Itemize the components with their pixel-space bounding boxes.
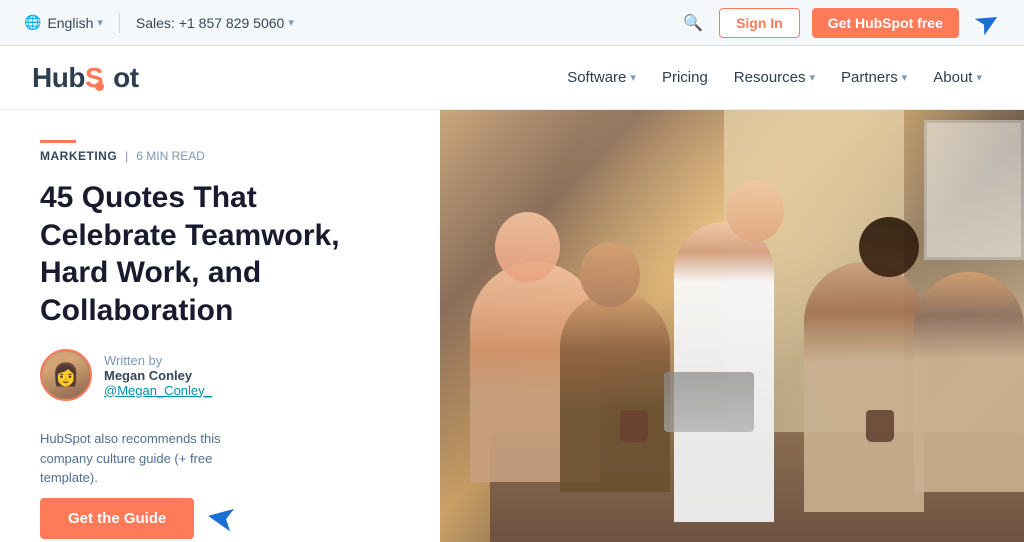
- separator: |: [125, 149, 128, 163]
- avatar-image: 👩: [43, 352, 89, 398]
- laptop: [664, 372, 754, 432]
- whiteboard: [924, 120, 1024, 260]
- cta-description: HubSpot also recommends this company cul…: [40, 429, 240, 488]
- author-name: Megan Conley: [104, 368, 212, 383]
- partners-chevron-icon: ▾: [902, 71, 908, 84]
- nav-resources-label: Resources: [734, 69, 806, 86]
- top-bar-right: 🔍 Sign In Get HubSpot free ➤: [679, 5, 1000, 40]
- search-button[interactable]: 🔍: [679, 9, 707, 37]
- language-label: English: [47, 15, 93, 31]
- head-1: [495, 212, 560, 282]
- logo[interactable]: HubSot: [32, 62, 139, 94]
- cta-row: Get the Guide ➤: [40, 498, 400, 540]
- category-line: MARKETING | 6 MIN READ: [40, 149, 400, 163]
- hero-image-panel: [440, 110, 1024, 542]
- avatar: 👩: [40, 349, 92, 401]
- top-bar: 🌐 English ▾ Sales: +1 857 829 5060 ▾ 🔍 S…: [0, 0, 1024, 46]
- phone-label: Sales:: [136, 15, 175, 31]
- logo-text: HubSot: [32, 62, 139, 94]
- cta-section: HubSpot also recommends this company cul…: [40, 429, 400, 540]
- nav-links: Software ▾ Pricing Resources ▾ Partners …: [557, 61, 992, 94]
- nav-about-label: About: [933, 69, 972, 86]
- person-4: [804, 262, 924, 512]
- article-category: MARKETING: [40, 149, 117, 163]
- arrow-icon: ➤: [203, 495, 240, 542]
- head-2: [580, 242, 640, 307]
- hero-image: [440, 110, 1024, 542]
- get-guide-button[interactable]: Get the Guide: [40, 498, 194, 539]
- nav-item-partners[interactable]: Partners ▾: [831, 61, 917, 94]
- nav-item-software[interactable]: Software ▾: [557, 61, 646, 94]
- main-nav: HubSot Software ▾ Pricing Resources ▾ Pa…: [0, 46, 1024, 110]
- resources-chevron-icon: ▾: [810, 71, 816, 84]
- author-info: Written by Megan Conley @Megan_Conley_: [104, 353, 212, 398]
- software-chevron-icon: ▾: [630, 71, 636, 84]
- category-underline: [40, 140, 76, 143]
- top-bar-left: 🌐 English ▾ Sales: +1 857 829 5060 ▾: [24, 13, 294, 33]
- article-title: 45 Quotes That Celebrate Teamwork, Hard …: [40, 179, 400, 329]
- phone-dropdown-icon[interactable]: ▾: [288, 16, 294, 29]
- nav-partners-label: Partners: [841, 69, 898, 86]
- main-content: MARKETING | 6 MIN READ 45 Quotes That Ce…: [0, 110, 1024, 542]
- nav-item-about[interactable]: About ▾: [923, 61, 992, 94]
- sign-in-button[interactable]: Sign In: [719, 8, 800, 38]
- author-section: 👩 Written by Megan Conley @Megan_Conley_: [40, 349, 400, 401]
- author-handle[interactable]: @Megan_Conley_: [104, 383, 212, 398]
- person-2: [560, 292, 670, 492]
- article-panel: MARKETING | 6 MIN READ 45 Quotes That Ce…: [0, 110, 440, 542]
- divider: [119, 13, 120, 33]
- cup-2: [866, 410, 894, 442]
- chevron-down-icon: ▾: [97, 16, 103, 29]
- nav-item-resources[interactable]: Resources ▾: [724, 61, 825, 94]
- nav-item-pricing[interactable]: Pricing: [652, 61, 718, 94]
- scene: [440, 110, 1024, 542]
- get-hubspot-free-button[interactable]: Get HubSpot free: [812, 8, 959, 38]
- about-chevron-icon: ▾: [976, 71, 982, 84]
- nav-software-label: Software: [567, 69, 626, 86]
- head-3: [726, 180, 784, 242]
- nav-pricing-label: Pricing: [662, 69, 708, 86]
- language-selector[interactable]: 🌐 English ▾: [24, 14, 103, 31]
- person-5: [914, 272, 1024, 492]
- globe-icon: 🌐: [24, 14, 41, 31]
- read-time: 6 MIN READ: [136, 149, 205, 163]
- phone-info: Sales: +1 857 829 5060 ▾: [136, 15, 294, 31]
- head-4: [859, 217, 919, 277]
- cup-1: [620, 410, 648, 442]
- written-by-label: Written by: [104, 353, 212, 368]
- arrow-indicator-icon: ➤: [968, 1, 1007, 44]
- phone-number[interactable]: +1 857 829 5060: [179, 15, 285, 31]
